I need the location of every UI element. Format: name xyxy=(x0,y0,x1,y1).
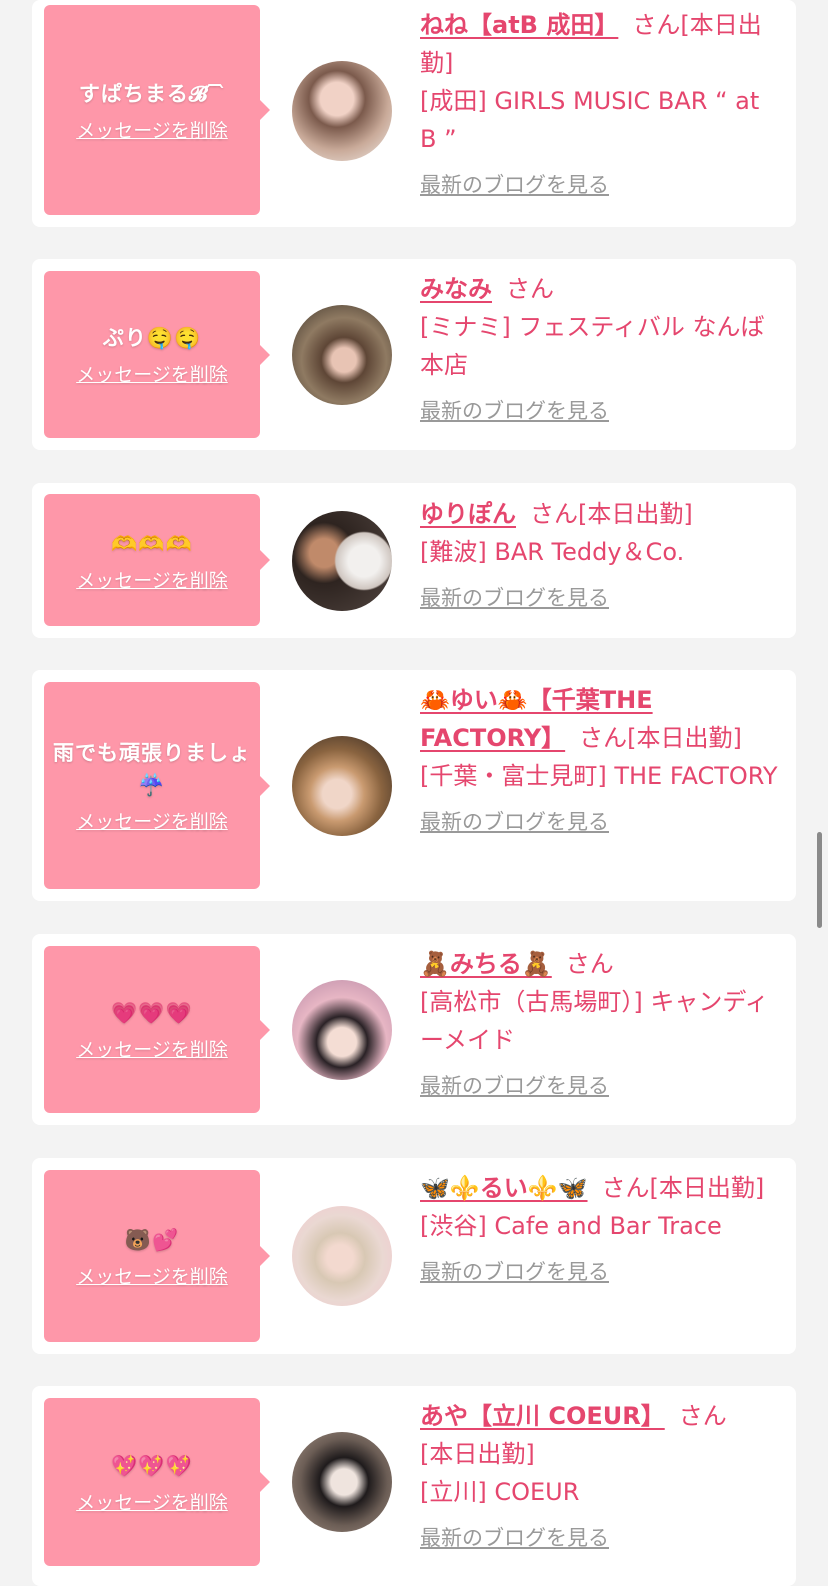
message-card: 💗💗💗 メッセージを削除 🧸みちる🧸 さん [高松市（古馬場町）] キャンディーメ… xyxy=(32,934,796,1125)
avatar[interactable] xyxy=(292,1432,392,1532)
girl-info: みなみ さん [ミナミ] フェスティバル なんば本店 最新のブログを見る xyxy=(420,270,782,426)
message-bubble: 🐻💕 メッセージを削除 xyxy=(44,1170,270,1342)
latest-blog-link[interactable]: 最新のブログを見る xyxy=(420,1071,782,1101)
delete-message-link[interactable]: メッセージを削除 xyxy=(76,566,228,593)
girl-info: 🦀ゆい🦀【千葉THE FACTORY】 さん[本日出勤] [千葉・富士見町] TH… xyxy=(420,681,782,837)
latest-blog-link[interactable]: 最新のブログを見る xyxy=(420,396,782,426)
san-suffix: さん xyxy=(506,275,554,303)
message-bubble: 💖💖💖 メッセージを削除 xyxy=(44,1398,270,1566)
message-card: 🫶🫶🫶 メッセージを削除 ゆりぽん さん[本日出勤] [難波] BAR Teddy… xyxy=(32,483,796,638)
working-today-label: [本日出勤] xyxy=(578,500,693,528)
latest-blog-link[interactable]: 最新のブログを見る xyxy=(420,583,782,613)
avatar[interactable] xyxy=(292,511,392,611)
san-suffix: さん xyxy=(632,11,681,39)
girl-info: 🦋⚜️るい⚜️🦋 さん[本日出勤] [渋谷] Cafe and Bar Trace… xyxy=(420,1169,782,1287)
shop-name: [千葉・富士見町] THE FACTORY xyxy=(420,762,778,790)
message-bubble: 雨でも頑張りましょ☔️ メッセージを削除 xyxy=(44,682,270,889)
latest-blog-link[interactable]: 最新のブログを見る xyxy=(420,1257,782,1287)
shop-name: [高松市（古馬場町）] キャンディーメイド xyxy=(420,988,769,1054)
message-text: 💖💖💖 xyxy=(111,1453,193,1478)
delete-message-link[interactable]: メッセージを削除 xyxy=(76,807,228,834)
message-text: 💗💗💗 xyxy=(111,1001,193,1025)
delete-message-link[interactable]: メッセージを削除 xyxy=(76,1262,228,1289)
message-list: すぱちまる𝓑 ᷇ ᷆ メッセージを削除 ねね【atB 成田】 さん[本日出勤] [… xyxy=(32,0,796,1586)
girl-name-link[interactable]: みなみ xyxy=(420,275,492,303)
working-today-label: [本日出勤] xyxy=(649,1174,765,1202)
message-text: 雨でも頑張りましょ☔️ xyxy=(53,741,251,797)
message-bubble: ぷり🤤🤤 メッセージを削除 xyxy=(44,271,270,438)
vertical-scrollbar[interactable] xyxy=(817,832,822,928)
message-card: 雨でも頑張りましょ☔️ メッセージを削除 🦀ゆい🦀【千葉THE FACTORY】… xyxy=(32,670,796,901)
message-card: 💖💖💖 メッセージを削除 あや【立川 COEUR】 さん [本日出勤] [立川] … xyxy=(32,1386,796,1586)
message-text: すぱちまる𝓑 ᷇ ᷆ xyxy=(78,81,226,106)
girl-name-link[interactable]: ゆりぽん xyxy=(420,500,516,528)
avatar[interactable] xyxy=(292,736,392,836)
san-suffix: さん xyxy=(678,1402,727,1430)
message-card: 🐻💕 メッセージを削除 🦋⚜️るい⚜️🦋 さん[本日出勤] [渋谷] Cafe a… xyxy=(32,1158,796,1354)
shop-name: [成田] GIRLS MUSIC BAR “ at B ” xyxy=(420,87,760,153)
delete-message-link[interactable]: メッセージを削除 xyxy=(76,360,228,387)
message-bubble: すぱちまる𝓑 ᷇ ᷆ メッセージを削除 xyxy=(44,5,270,215)
girl-name-link[interactable]: 🦋⚜️るい⚜️🦋 xyxy=(420,1174,588,1202)
san-suffix: さん xyxy=(565,950,614,978)
message-card: すぱちまる𝓑 ᷇ ᷆ メッセージを削除 ねね【atB 成田】 さん[本日出勤] [… xyxy=(32,0,796,227)
san-suffix: さん xyxy=(530,500,578,528)
working-today-label: [本日出勤] xyxy=(627,724,742,752)
san-suffix: さん xyxy=(579,724,628,752)
shop-name: [立川] COEUR xyxy=(420,1478,580,1506)
message-text: 🐻💕 xyxy=(124,1227,180,1252)
girl-info: あや【立川 COEUR】 さん [本日出勤] [立川] COEUR 最新のブログを… xyxy=(420,1397,782,1553)
shop-name: [渋谷] Cafe and Bar Trace xyxy=(420,1212,722,1240)
latest-blog-link[interactable]: 最新のブログを見る xyxy=(420,170,782,200)
girl-name-link[interactable]: ねね【atB 成田】 xyxy=(420,11,618,39)
working-today-label: [本日出勤] xyxy=(420,1440,535,1468)
avatar[interactable] xyxy=(292,61,392,161)
delete-message-link[interactable]: メッセージを削除 xyxy=(76,116,228,143)
avatar[interactable] xyxy=(292,980,392,1080)
avatar[interactable] xyxy=(292,305,392,405)
delete-message-link[interactable]: メッセージを削除 xyxy=(76,1488,228,1515)
girl-name-link[interactable]: あや【立川 COEUR】 xyxy=(420,1402,665,1430)
latest-blog-link[interactable]: 最新のブログを見る xyxy=(420,1523,782,1553)
message-card: ぷり🤤🤤 メッセージを削除 みなみ さん [ミナミ] フェスティバル なんば本店 … xyxy=(32,259,796,450)
latest-blog-link[interactable]: 最新のブログを見る xyxy=(420,807,782,837)
message-text: ぷり🤤🤤 xyxy=(102,326,202,350)
message-bubble: 🫶🫶🫶 メッセージを削除 xyxy=(44,494,270,626)
shop-name: [難波] BAR Teddy＆Co. xyxy=(420,538,685,566)
message-bubble: 💗💗💗 メッセージを削除 xyxy=(44,946,270,1113)
shop-name: [ミナミ] フェスティバル なんば本店 xyxy=(420,313,765,379)
girl-info: 🧸みちる🧸 さん [高松市（古馬場町）] キャンディーメイド 最新のブログを見る xyxy=(420,945,782,1101)
girl-info: ねね【atB 成田】 さん[本日出勤] [成田] GIRLS MUSIC BAR … xyxy=(420,6,782,200)
san-suffix: さん xyxy=(601,1174,650,1202)
message-text: 🫶🫶🫶 xyxy=(111,531,193,556)
avatar[interactable] xyxy=(292,1206,392,1306)
delete-message-link[interactable]: メッセージを削除 xyxy=(76,1035,228,1062)
girl-info: ゆりぽん さん[本日出勤] [難波] BAR Teddy＆Co. 最新のブログを見… xyxy=(420,495,782,613)
girl-name-link[interactable]: 🧸みちる🧸 xyxy=(420,950,552,978)
